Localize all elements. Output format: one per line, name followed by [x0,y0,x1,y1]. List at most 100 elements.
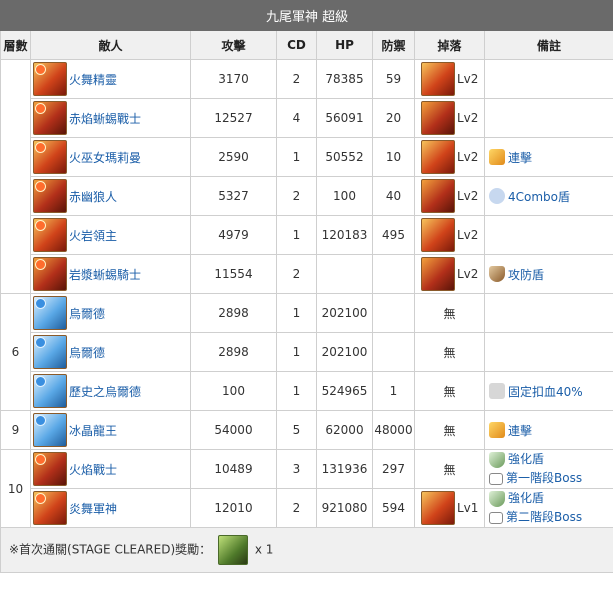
header-defense: 防禦 [372,30,415,60]
enemy-portrait-icon[interactable] [33,413,67,447]
note-link[interactable]: 攻防盾 [508,268,544,282]
attack-value: 11554 [190,254,277,294]
drop-level: Lv2 [457,267,479,281]
drop-card-icon[interactable] [421,218,455,252]
hp-value: 131936 [316,449,373,489]
note-link[interactable]: 強化盾 [508,491,544,505]
enemy-portrait-icon[interactable] [33,374,67,408]
table-row: 火巫女瑪莉曼 2590 1 50552 10 Lv2 連擊 [1,137,613,177]
enemy-name-link[interactable]: 火舞精靈 [69,73,117,87]
note-link[interactable]: 連擊 [508,151,532,165]
enemy-name-link[interactable]: 歷史之烏爾德 [69,385,141,399]
drop-level: Lv2 [457,72,479,86]
drop-card-icon[interactable] [421,140,455,174]
defense-value: 594 [372,488,415,528]
combo-4-icon [489,188,505,204]
hp-value: 120183 [316,215,373,255]
table-row: 赤焰蜥蜴戰士 12527 4 56091 20 Lv2 [1,98,613,138]
header-enemy: 敵人 [30,30,191,60]
table-row: 岩漿蜥蜴騎士 11554 2 Lv2 攻防盾 [1,254,613,294]
note-link[interactable]: 第二階段Boss [506,510,582,524]
attack-value: 2898 [190,332,277,372]
enemy-name-link[interactable]: 烏爾德 [69,307,105,321]
enemy-name-link[interactable]: 火焰戰士 [69,463,117,477]
drop-card-icon[interactable] [421,62,455,96]
table-row: 赤幽狼人 5327 2 100 40 Lv2 4Combo盾 [1,176,613,216]
attack-value: 5327 [190,176,277,216]
drop-level: Lv2 [457,150,479,164]
header-drop: 掉落 [414,30,485,60]
drop-none: 無 [414,293,485,333]
enemy-name-link[interactable]: 炎舞軍神 [69,502,117,516]
enemy-portrait-icon[interactable] [33,296,67,330]
note-link[interactable]: 強化盾 [508,452,544,466]
defense-value: 10 [372,137,415,177]
drop-card-icon[interactable] [421,257,455,291]
drop-none: 無 [414,449,485,489]
enemy-name-link[interactable]: 冰晶龍王 [69,424,117,438]
enemy-portrait-icon[interactable] [33,218,67,252]
enemy-name-link[interactable]: 烏爾德 [69,346,105,360]
enemy-portrait-icon[interactable] [33,140,67,174]
combo-x2-icon [489,422,505,438]
drop-card-icon[interactable] [421,179,455,213]
table-row: 10 火焰戰士 10489 3 131936 297 無 強化盾 第一階段Bos… [0,449,613,528]
enemy-portrait-icon[interactable] [33,62,67,96]
fixed-damage-icon [489,383,505,399]
defense-value: 297 [372,449,415,489]
note-link[interactable]: 連擊 [508,424,532,438]
notes-cell: 攻防盾 [483,254,613,294]
enemy-portrait-icon[interactable] [33,335,67,369]
hp-value: 100 [316,176,373,216]
notes-cell: 固定扣血40% [483,371,613,411]
attack-value: 10489 [190,449,277,489]
combo-x2-icon [489,149,505,165]
shield-icon [489,266,505,282]
buff-shield-icon [489,490,505,507]
defense-value: 495 [372,215,415,255]
enemy-name-link[interactable]: 火岩領主 [69,229,117,243]
enemy-portrait-icon[interactable] [33,452,67,486]
header-hp: HP [316,30,373,60]
enemy-name-link[interactable]: 岩漿蜥蜴騎士 [69,268,141,282]
enemy-portrait-icon[interactable] [33,179,67,213]
table-row: 火舞精靈 3170 2 78385 59 Lv2 [0,59,613,294]
table-row: 烏爾德 2898 1 202100 無 [1,332,613,372]
cd-value: 1 [276,332,317,372]
cd-value: 4 [276,98,317,138]
note-link[interactable]: 4Combo盾 [508,190,570,204]
enemy-portrait-icon[interactable] [33,491,67,525]
defense-value: 1 [372,371,415,411]
drop-none: 無 [414,410,485,450]
enemy-name-link[interactable]: 火巫女瑪莉曼 [69,151,141,165]
attack-value: 12010 [190,488,277,528]
reward-card-icon[interactable] [217,535,248,565]
cd-value: 5 [276,410,317,450]
notes-cell [483,59,613,99]
note-link[interactable]: 固定扣血40% [508,385,583,399]
cd-value: 2 [276,254,317,294]
cd-value: 2 [276,488,317,528]
enemy-name-link[interactable]: 赤幽狼人 [69,190,117,204]
drop-card-icon[interactable] [421,491,455,525]
drop-level: Lv2 [457,228,479,242]
enemy-name-link[interactable]: 赤焰蜥蜴戰士 [69,112,141,126]
hp-value: 524965 [316,371,373,411]
cd-value: 1 [276,371,317,411]
column-headers: 層數 敵人 攻擊 CD HP 防禦 掉落 備註 [0,30,613,60]
boss-icon [489,472,503,485]
cd-value: 2 [276,176,317,216]
note-link[interactable]: 第一階段Boss [506,471,582,485]
enemy-portrait-icon[interactable] [33,257,67,291]
drop-card-icon[interactable] [421,101,455,135]
attack-value: 12527 [190,98,277,138]
hp-value: 202100 [316,293,373,333]
table-row: 9 冰晶龍王 54000 5 62000 48000 無 連擊 [0,410,613,450]
enemy-portrait-icon[interactable] [33,101,67,135]
notes-cell: 強化盾 第二階段Boss [483,488,613,528]
table-row: 火岩領主 4979 1 120183 495 Lv2 [1,215,613,255]
table-row: 6 烏爾德 2898 1 202100 無 [0,293,613,411]
reward-label: ※首次通關(STAGE CLEARED)獎勵： [9,542,212,557]
attack-value: 100 [190,371,277,411]
hp-value: 202100 [316,332,373,372]
